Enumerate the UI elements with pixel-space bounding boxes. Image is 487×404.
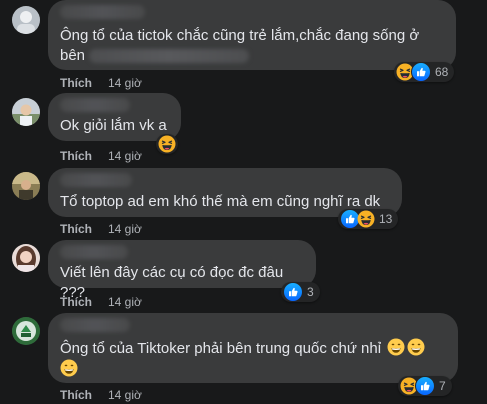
haha-icon xyxy=(158,135,176,153)
comment-bubble: Ông tổ của Tiktoker phải bên trung quốc … xyxy=(48,313,458,383)
avatar[interactable] xyxy=(12,172,40,200)
reaction-summary[interactable]: 13 xyxy=(338,209,399,229)
author-name[interactable] xyxy=(60,5,145,19)
author-name[interactable] xyxy=(60,173,132,187)
haha-icon xyxy=(357,210,375,228)
comment-bubble: Ok giỏi lắm vk a xyxy=(48,93,181,141)
comment-text: Tổ toptop ad em khó thế mà em cũng nghĩ … xyxy=(60,193,381,210)
timestamp[interactable]: 14 giờ xyxy=(108,222,142,236)
like-icon xyxy=(283,282,303,302)
reaction-summary[interactable]: 68 xyxy=(394,62,455,82)
like-button[interactable]: Thích xyxy=(60,222,92,236)
timestamp[interactable]: 14 giờ xyxy=(108,149,142,163)
avatar[interactable] xyxy=(12,244,40,272)
reaction-count: 7 xyxy=(439,379,446,393)
tagged-name[interactable] xyxy=(89,49,250,64)
author-name[interactable] xyxy=(60,98,130,112)
reaction-summary[interactable]: 7 xyxy=(398,376,452,396)
reaction-count: 68 xyxy=(435,65,449,79)
reaction-summary[interactable] xyxy=(156,134,178,154)
grin-icon xyxy=(407,338,425,356)
comment-text: Ông tổ của tictok chắc cũng trẻ lắm,chắc… xyxy=(60,27,420,44)
avatar[interactable] xyxy=(12,317,40,345)
comment-bubble: Viết lên đây các cụ có đọc đc đâu ??? xyxy=(48,240,316,301)
reaction-summary[interactable]: 3 xyxy=(281,282,320,302)
grin-icon xyxy=(60,359,78,377)
author-name[interactable] xyxy=(60,245,128,259)
grin-icon xyxy=(387,338,405,356)
comment-text: Ok giỏi lắm vk a xyxy=(60,117,167,134)
like-icon xyxy=(411,62,431,82)
author-name[interactable] xyxy=(60,318,130,332)
like-button[interactable]: Thích xyxy=(60,76,92,90)
like-button[interactable]: Thích xyxy=(60,295,92,309)
timestamp[interactable]: 14 giờ xyxy=(108,388,142,402)
comment-text: Ông tổ của Tiktoker phải bên trung quốc … xyxy=(60,340,382,357)
like-button[interactable]: Thích xyxy=(60,149,92,163)
like-button[interactable]: Thích xyxy=(60,388,92,402)
like-icon xyxy=(415,376,435,396)
comment-text-cont: bên xyxy=(60,47,86,64)
comment-bubble: Ông tổ của tictok chắc cũng trẻ lắm,chắc… xyxy=(48,0,456,70)
timestamp[interactable]: 14 giờ xyxy=(108,295,142,309)
reaction-count: 3 xyxy=(307,285,314,299)
reaction-count: 13 xyxy=(379,212,393,226)
avatar[interactable] xyxy=(12,6,40,34)
timestamp[interactable]: 14 giờ xyxy=(108,76,142,90)
avatar[interactable] xyxy=(12,98,40,126)
